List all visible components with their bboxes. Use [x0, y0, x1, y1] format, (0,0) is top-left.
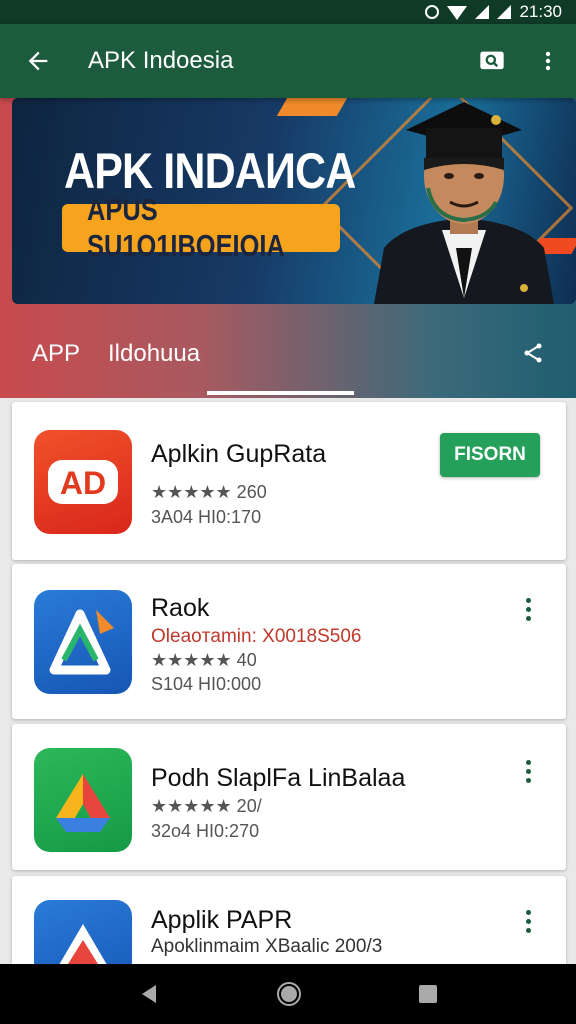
nav-recents-icon[interactable] [417, 983, 439, 1005]
app-size: 32o4 HI0:270 [151, 821, 260, 841]
banner-subline-text: APUS SU1O1IBOEIOIA [87, 192, 285, 263]
tab-indonesia[interactable]: Ildohuua [108, 340, 200, 368]
red-app-icon: AD [34, 430, 132, 534]
overflow-menu-button[interactable] [520, 24, 576, 98]
app-card[interactable]: AD Aplkin GupRata ★★★★★ 260 3A04 HI0:170… [12, 402, 566, 560]
app-name: Podh SlaplFa LinBalaa [151, 764, 406, 792]
nav-home-icon[interactable] [276, 981, 302, 1007]
status-time: 21:30 [519, 2, 562, 21]
app-rating: ★★★★★ 40 [151, 650, 257, 670]
banner-subline: APUS SU1O1IBOEIOIA [62, 192, 340, 263]
app-developer: Oleaoтamin: X0018S506 [151, 626, 362, 647]
svg-text:AD: AD [60, 465, 106, 501]
install-button[interactable]: FISORN [440, 433, 540, 477]
person-illustration [374, 102, 554, 304]
blue-app-icon [34, 590, 132, 694]
tab-app[interactable]: APP [32, 340, 80, 368]
page-title: APK Indoesia [88, 47, 234, 74]
signal-icon [475, 5, 490, 19]
arrow-back-icon [28, 51, 48, 71]
app-rating: ★★★★★ 20/ [151, 796, 262, 816]
status-bar: 21:30 [0, 0, 576, 24]
app-name: Aplkin GupRata [151, 440, 327, 468]
app-name: Raok [151, 594, 210, 622]
promo-banner[interactable]: APK INDAИCA APUS SU1O1IBOEIOIA [12, 98, 576, 304]
back-button[interactable] [0, 24, 76, 98]
banner-decoration-stripe [276, 98, 348, 116]
app-name: Applik PAPR [151, 906, 293, 934]
more-vert-icon [545, 51, 551, 71]
share-icon [524, 343, 542, 363]
app-size: S104 HI0:000 [151, 674, 262, 694]
app-more-button[interactable] [516, 906, 540, 936]
app-rating: ★★★★★ 260 [151, 482, 267, 502]
wifi-icon [447, 6, 468, 20]
app-card[interactable]: Raok Oleaoтamin: X0018S506 ★★★★★ 40 S104… [12, 564, 566, 719]
app-developer: Apoklinmaim XBaalic 200/3 [151, 936, 383, 957]
search-screen-icon [480, 51, 504, 70]
app-size: 3A04 HI0:170 [151, 507, 262, 527]
search-button[interactable] [464, 24, 520, 98]
app-more-button[interactable] [516, 594, 540, 624]
tab-indicator [207, 391, 354, 395]
app-card[interactable]: Podh SlaplFa LinBalaa ★★★★★ 20/ 32o4 HI0… [12, 724, 566, 870]
alarm-icon [425, 5, 440, 19]
hero-section: APK INDAИCA APUS SU1O1IBOEIOIA APP Ildoh… [0, 98, 576, 398]
app-more-button[interactable] [516, 756, 540, 786]
app-bar: APK Indoesia [0, 24, 576, 98]
system-nav-bar [0, 964, 576, 1024]
green-drive-icon [34, 748, 132, 852]
share-button[interactable] [518, 338, 548, 368]
nav-back-icon[interactable] [137, 982, 161, 1006]
tab-bar: APP Ildohuua [0, 320, 576, 396]
signal-icon-2 [497, 5, 512, 19]
